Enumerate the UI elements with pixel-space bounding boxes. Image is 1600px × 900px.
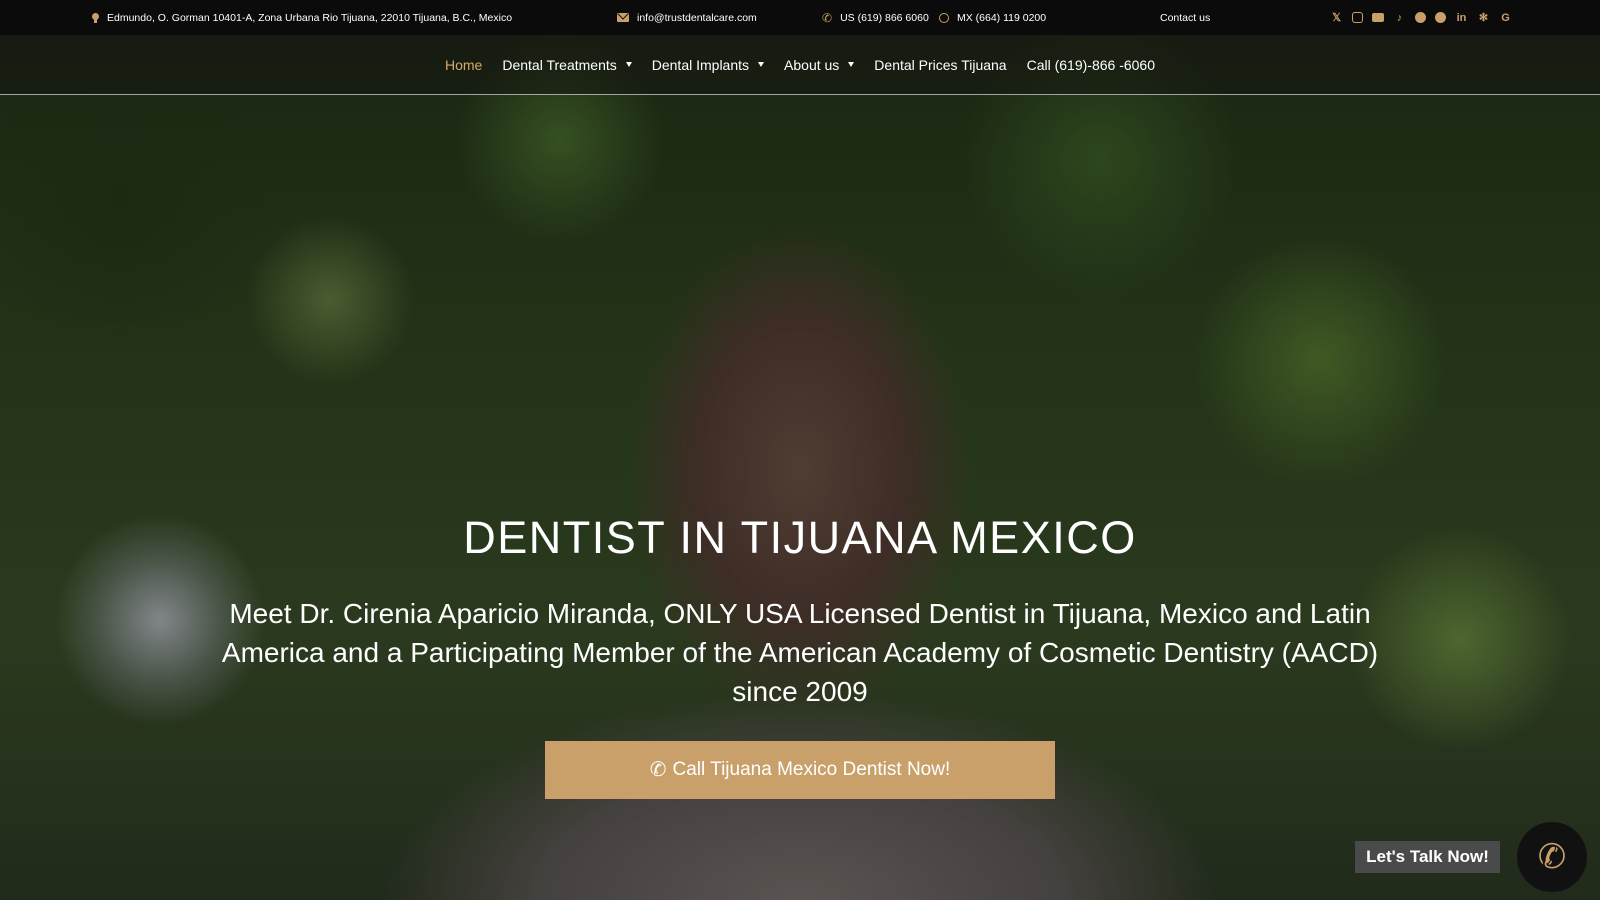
- address-item: Edmundo, O. Gorman 10401-A, Zona Urbana …: [92, 0, 512, 35]
- main-nav: Home Dental Treatments Dental Implants A…: [0, 35, 1600, 95]
- dropdown-caret-icon: [848, 62, 855, 67]
- nav-dental-prices[interactable]: Dental Prices Tijuana: [874, 57, 1006, 73]
- facebook-icon[interactable]: [1415, 12, 1426, 23]
- contact-us-text[interactable]: Contact us: [1160, 12, 1210, 24]
- nav-dental-implants[interactable]: Dental Implants: [652, 57, 765, 73]
- tiktok-icon[interactable]: ♪: [1393, 12, 1406, 24]
- linkedin-icon[interactable]: in: [1455, 12, 1468, 24]
- nav-about-us-label[interactable]: About us: [784, 57, 839, 73]
- nav-dental-implants-label[interactable]: Dental Implants: [652, 57, 749, 73]
- nav-call-label[interactable]: Call (619)-866 -6060: [1027, 57, 1155, 73]
- lets-talk-label[interactable]: Let's Talk Now!: [1355, 841, 1500, 873]
- nav-call[interactable]: Call (619)-866 -6060: [1027, 57, 1155, 73]
- phone-icon: ✆: [649, 759, 667, 781]
- address-text: Edmundo, O. Gorman 10401-A, Zona Urbana …: [107, 11, 513, 24]
- us-phone-link[interactable]: ✆ US (619) 866 6060: [822, 0, 929, 35]
- nav-dental-treatments-label[interactable]: Dental Treatments: [502, 57, 616, 73]
- location-pin-icon: [92, 12, 99, 23]
- call-dentist-button-label[interactable]: Call Tijuana Mexico Dentist Now!: [673, 759, 951, 781]
- hero-title: DENTIST IN TIJUANA MEXICO: [463, 512, 1137, 563]
- google-icon[interactable]: G: [1499, 12, 1512, 24]
- nav-home[interactable]: Home: [445, 57, 482, 73]
- nav-dental-treatments[interactable]: Dental Treatments: [502, 57, 632, 73]
- call-widget-button[interactable]: ✆: [1517, 822, 1587, 892]
- mx-phone-link[interactable]: MX (664) 119 0200: [939, 0, 1046, 35]
- x-icon[interactable]: 𝕏: [1330, 11, 1343, 24]
- envelope-icon: [617, 13, 629, 22]
- us-phone-text[interactable]: US (619) 866 6060: [840, 12, 929, 24]
- nav-about-us[interactable]: About us: [784, 57, 855, 73]
- call-dentist-button[interactable]: ✆ Call Tijuana Mexico Dentist Now!: [545, 741, 1055, 799]
- dropdown-caret-icon: [625, 62, 632, 67]
- mx-phone-text[interactable]: MX (664) 119 0200: [957, 12, 1046, 24]
- email-link[interactable]: info@trustdentalcare.com: [617, 0, 757, 35]
- contact-us-link[interactable]: Contact us: [1160, 0, 1210, 35]
- youtube-icon[interactable]: [1372, 13, 1384, 22]
- whatsapp-icon: [939, 12, 949, 23]
- email-text[interactable]: info@trustdentalcare.com: [637, 12, 757, 24]
- instagram-icon[interactable]: [1352, 12, 1363, 23]
- pinterest-icon[interactable]: [1435, 12, 1446, 23]
- hero-subtitle: Meet Dr. Cirenia Aparicio Miranda, ONLY …: [221, 598, 1379, 707]
- nav-home-label[interactable]: Home: [445, 57, 482, 73]
- phone-icon: ✆: [1537, 838, 1567, 876]
- phone-icon: ✆: [822, 10, 833, 25]
- dropdown-caret-icon: [758, 62, 765, 67]
- nav-dental-prices-label[interactable]: Dental Prices Tijuana: [874, 57, 1006, 73]
- top-info-bar: Edmundo, O. Gorman 10401-A, Zona Urbana …: [0, 0, 1600, 35]
- social-links: 𝕏 ♪ in ✻ G: [1330, 0, 1512, 35]
- yelp-icon[interactable]: ✻: [1477, 11, 1490, 24]
